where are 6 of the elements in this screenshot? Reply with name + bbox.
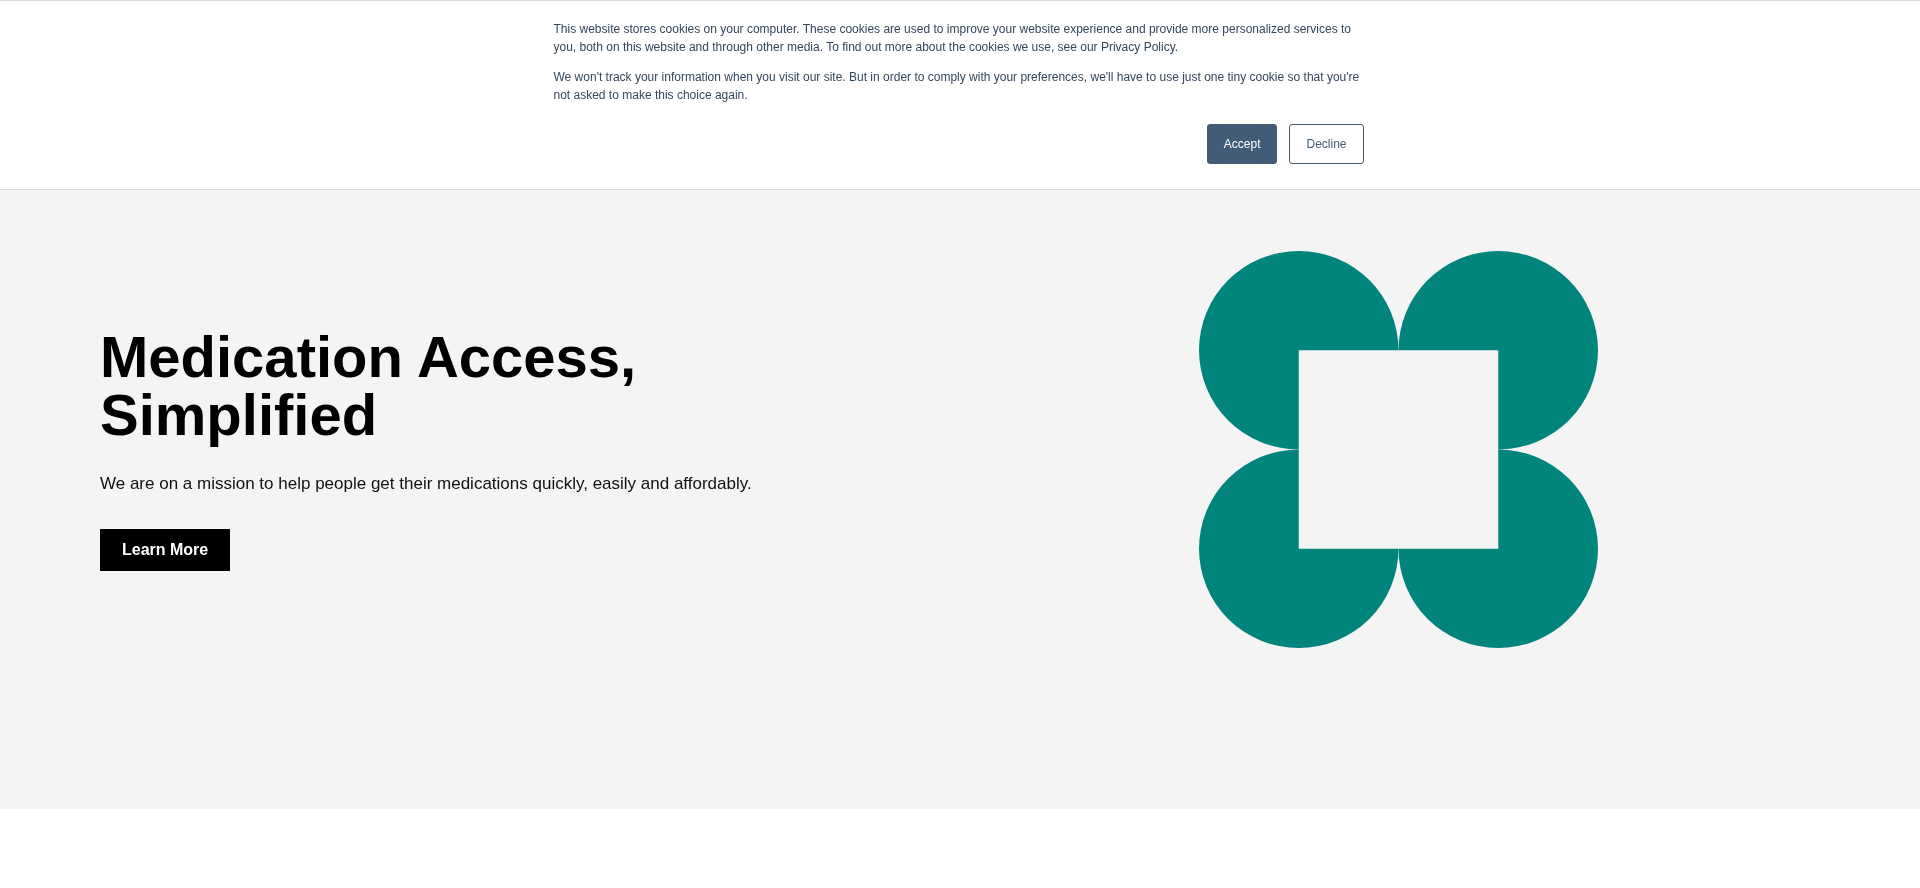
hero-subtitle: We are on a mission to help people get their medications quickly, easily and affordably. (100, 473, 752, 495)
learn-more-button[interactable]: Learn More (100, 529, 231, 571)
decline-button[interactable]: Decline (1289, 124, 1364, 164)
accept-button[interactable]: Accept (1206, 124, 1278, 164)
cookie-message-text: We won't track your information when you visit our site. But in order to comply with your preferences, we'll have to use just one tiny cookie so that you're not asked to make this choice again. (553, 69, 1361, 104)
cookie-message-text: This website stores cookies on your computer. These cookies are used to improve your website experience and provide more personalized services to you, both on this website and through other media. To find out more about the cookies we use, see our Privacy Policy. (553, 21, 1352, 56)
